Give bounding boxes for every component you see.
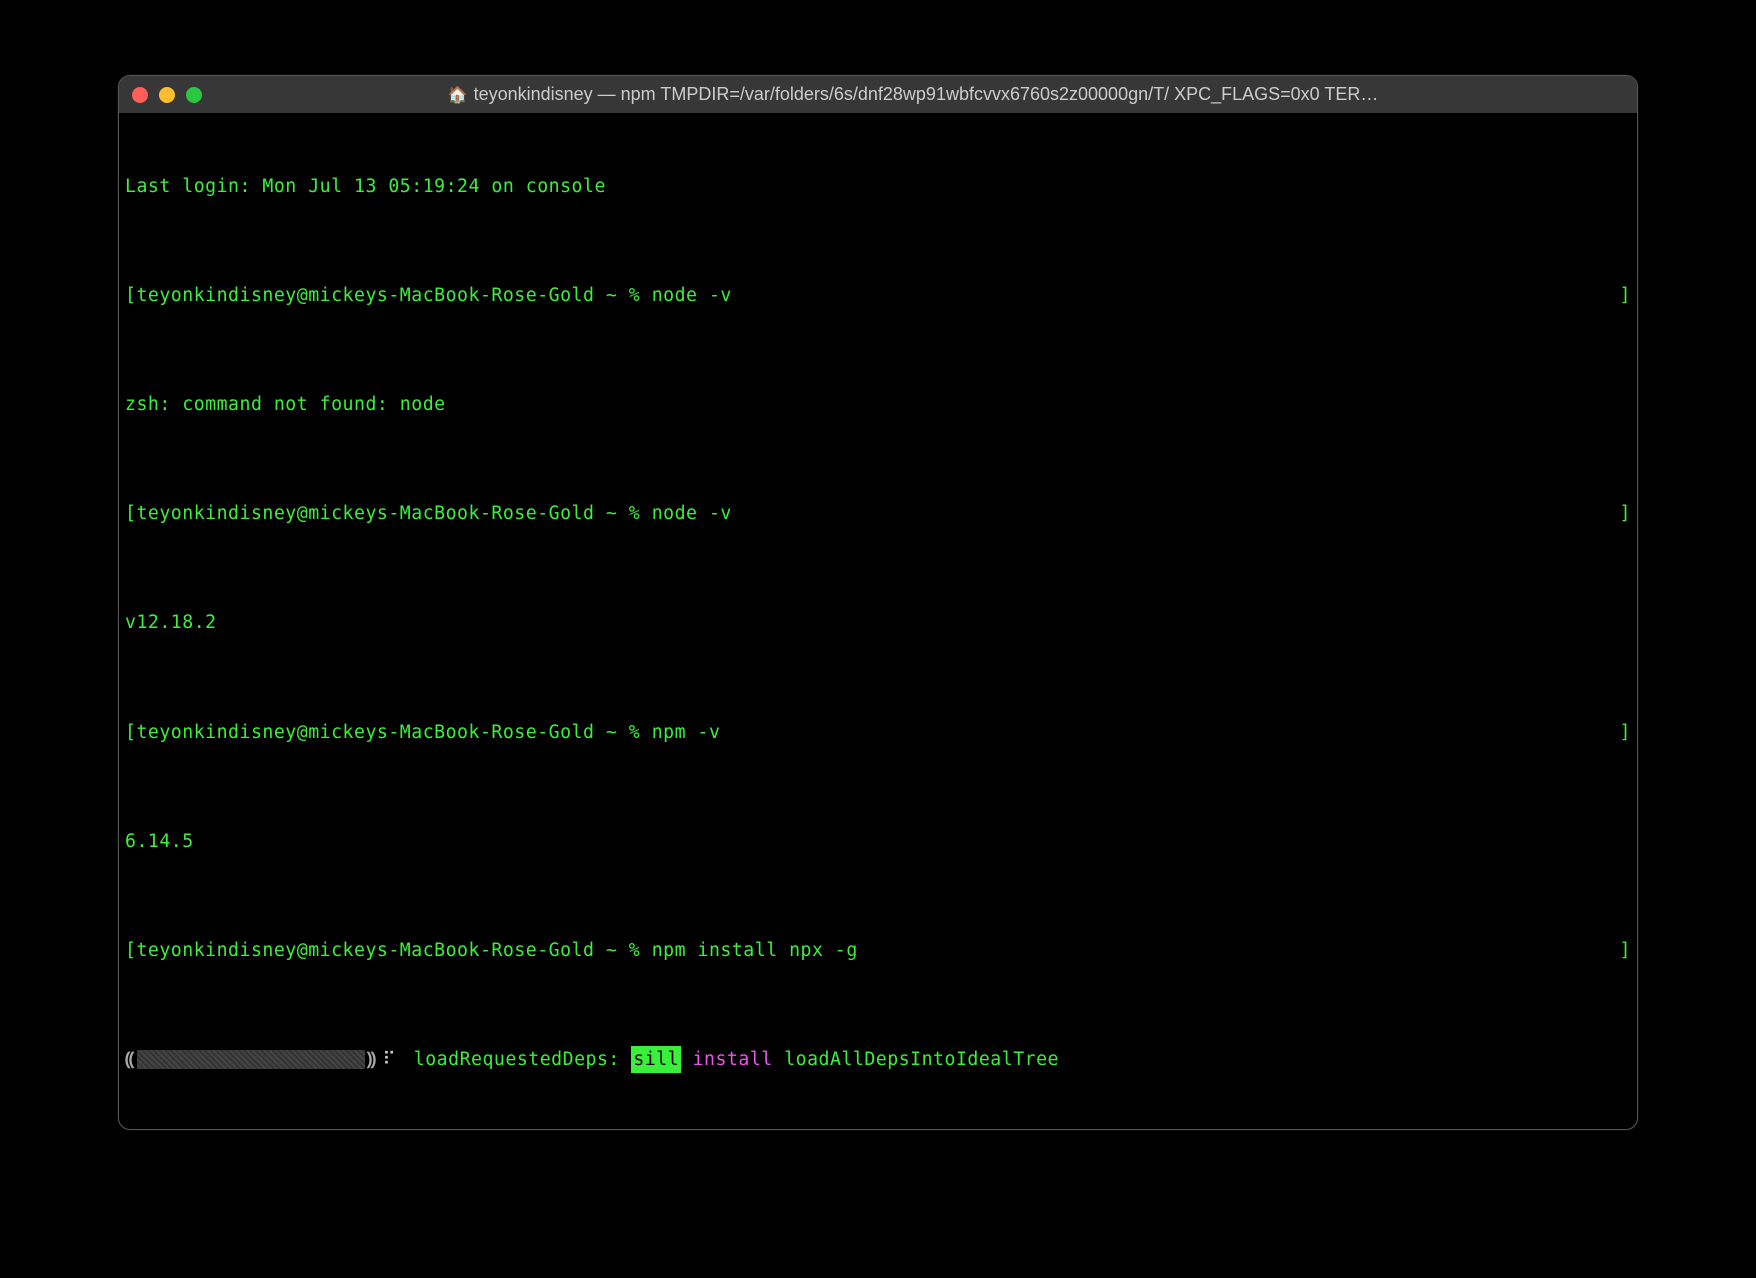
- progress-fill: [137, 1050, 365, 1069]
- window-title: 🏠 teyonkindisney — npm TMPDIR=/var/folde…: [202, 84, 1624, 105]
- terminal-body[interactable]: Last login: Mon Jul 13 05:19:24 on conso…: [119, 114, 1637, 1130]
- prompt-line-2: [teyonkindisney@mickeys-MacBook-Rose-Gol…: [125, 500, 1631, 527]
- phase-label: loadRequestedDeps:: [402, 1046, 631, 1073]
- install-label: install: [681, 1046, 784, 1073]
- command-npm-install: npm install npx -g: [652, 937, 858, 964]
- command-node-v-2: node -v: [652, 500, 732, 527]
- prompt-line-1: [teyonkindisney@mickeys-MacBook-Rose-Gol…: [125, 282, 1631, 309]
- close-button[interactable]: [132, 87, 148, 103]
- title-bar[interactable]: 🏠 teyonkindisney — npm TMPDIR=/var/folde…: [119, 76, 1637, 114]
- last-login-line: Last login: Mon Jul 13 05:19:24 on conso…: [125, 173, 1631, 200]
- command-node-v: node -v: [652, 282, 732, 309]
- progress-tail: loadAllDepsIntoIdealTree: [784, 1046, 1059, 1073]
- sill-badge: sill: [631, 1046, 681, 1073]
- error-line: zsh: command not found: node: [125, 391, 1631, 418]
- spinner-icon: ⠏: [383, 1046, 397, 1073]
- title-label: teyonkindisney — npm TMPDIR=/var/folders…: [474, 84, 1379, 105]
- npm-progress-line: ⸨⸩⠏ loadRequestedDeps: sill install load…: [125, 1046, 1631, 1073]
- prompt-line-3: [teyonkindisney@mickeys-MacBook-Rose-Gol…: [125, 719, 1631, 746]
- minimize-button[interactable]: [159, 87, 175, 103]
- prompt-line-4: [teyonkindisney@mickeys-MacBook-Rose-Gol…: [125, 937, 1631, 964]
- home-icon: 🏠: [448, 85, 468, 105]
- terminal-window: 🏠 teyonkindisney — npm TMPDIR=/var/folde…: [118, 75, 1638, 1130]
- traffic-lights: [132, 87, 202, 103]
- node-version-line: v12.18.2: [125, 609, 1631, 636]
- npm-version-line: 6.14.5: [125, 828, 1631, 855]
- maximize-button[interactable]: [186, 87, 202, 103]
- progress-bar: ⸨⸩: [125, 1046, 377, 1073]
- command-npm-v: npm -v: [652, 719, 721, 746]
